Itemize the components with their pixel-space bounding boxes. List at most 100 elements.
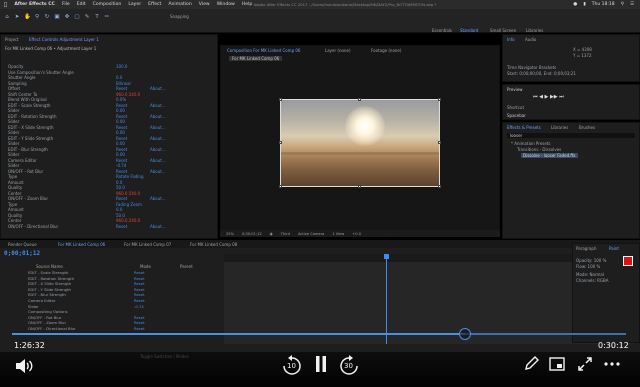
type-tool-icon[interactable]: T	[94, 14, 100, 20]
timeline-layer-name[interactable]: Compositing Options	[28, 309, 68, 314]
effect-row-value[interactable]: Reset	[116, 196, 127, 201]
tab-project[interactable]: Project	[5, 37, 19, 42]
workspace-libraries[interactable]: Libraries	[526, 28, 543, 33]
tab-composition[interactable]: Composition For MK Linked Comp 06	[227, 48, 300, 53]
hand-tool-icon[interactable]: ✋	[24, 14, 31, 20]
timeline-layer-value[interactable]: Reset	[134, 281, 145, 286]
selection-tool-icon[interactable]: ➤	[14, 14, 20, 20]
playhead-handle[interactable]	[384, 254, 389, 259]
about-link[interactable]: About...	[150, 136, 166, 141]
effect-row-value[interactable]: Reset	[116, 147, 127, 152]
timeline-layer-name[interactable]: ON/OFF - Directional Blur	[28, 326, 76, 331]
timeline-layer-name[interactable]: Camera Editor	[28, 298, 55, 303]
tree-animation-presets[interactable]: * Animation Presets	[511, 141, 551, 146]
pen-tool-icon[interactable]: ✎	[84, 14, 90, 20]
paint-flow[interactable]: Flow: 100 %	[576, 264, 600, 269]
camera-snapshot-icon[interactable]: ◉	[270, 232, 273, 236]
effect-row-value[interactable]: 0.00	[116, 152, 125, 157]
tab-effects-presets[interactable]: Effects & Presets	[507, 125, 541, 130]
tab-libraries[interactable]: Libraries	[551, 125, 568, 130]
tab-render-queue[interactable]: Render Queue	[8, 242, 37, 247]
timeline-layer-name[interactable]: EDIT - Scale Strength	[28, 270, 68, 275]
tab-effect-controls[interactable]: Effect Controls Adjustment Layer 1	[29, 37, 99, 42]
menu-effect[interactable]: Effect	[148, 2, 161, 7]
app-menu[interactable]: After Effects CC	[14, 2, 55, 7]
timeline-layer-value[interactable]: Reset	[134, 315, 145, 320]
pan-tool-icon[interactable]: ✥	[64, 14, 70, 20]
paint-mode[interactable]: Mode: Normal	[576, 272, 604, 277]
tree-dissolve-preset[interactable]: Dissolve - looser Faded.ffx	[521, 153, 578, 158]
menu-layer[interactable]: Layer	[128, 2, 141, 7]
about-link[interactable]: About...	[150, 158, 166, 163]
foreground-color-swatch[interactable]	[623, 256, 633, 266]
effect-row-value[interactable]: -0.74	[116, 163, 126, 168]
pause-icon[interactable]	[316, 356, 326, 372]
tree-transitions-dissolves[interactable]: Transitions - Dissolves	[517, 147, 561, 152]
effect-row-value[interactable]: 50.0	[116, 213, 125, 218]
effect-row-value[interactable]: 100.0	[116, 64, 127, 69]
transform-handle[interactable]	[279, 141, 282, 144]
transform-handle[interactable]	[358, 185, 361, 188]
menu-view[interactable]: View	[199, 2, 210, 7]
tab-info[interactable]: Info	[507, 37, 515, 42]
timeline-layer-value[interactable]: Reset	[134, 292, 145, 297]
tab-paint[interactable]: Paint	[609, 246, 619, 251]
effect-row-value[interactable]: 0.00	[116, 130, 125, 135]
tab-audio[interactable]: Audio	[525, 37, 536, 42]
effect-row-value[interactable]: 960.0,540.0	[116, 218, 140, 223]
camera-tool-icon[interactable]: ▣	[54, 14, 60, 20]
workspace-essentials[interactable]: Essentials	[432, 28, 452, 33]
rotate-tool-icon[interactable]: ↻	[44, 14, 50, 20]
effect-row-value[interactable]: 0.0	[116, 207, 122, 212]
effect-row-value[interactable]: 960.0,540.0	[116, 92, 140, 97]
effect-row-value[interactable]: 0.0	[116, 180, 122, 185]
effect-row-label[interactable]: ON/OFF - Directional Blur	[8, 224, 58, 229]
workspace-standard[interactable]: Standard	[460, 28, 478, 33]
effect-row-value[interactable]: Reset	[116, 136, 127, 141]
timeline-layer-name[interactable]: EDIT - Y Slide Strength	[28, 287, 71, 292]
timeline-layer-name[interactable]: EDIT - Rotation Strength	[28, 276, 74, 281]
timeline-layer-name[interactable]: ON/OFF - Zoom Blur	[28, 320, 66, 325]
effect-row-value[interactable]: 50.0	[116, 185, 125, 190]
home-icon[interactable]: ⌂	[4, 14, 10, 20]
timeline-layer-name[interactable]: ON/OFF - Rot Blur	[28, 315, 61, 320]
about-link[interactable]: About...	[150, 224, 166, 229]
tab-layer[interactable]: Layer (none)	[325, 48, 351, 53]
timeline-layer-name[interactable]: EDIT - Blur Strength	[28, 292, 66, 297]
picture-in-picture-icon[interactable]	[549, 357, 565, 371]
about-link[interactable]: About...	[150, 103, 166, 108]
timeline-layer-value[interactable]: Reset	[134, 320, 145, 325]
zoom-select[interactable]: 25%	[226, 232, 234, 236]
timeline-layer-value[interactable]: -0.74	[134, 304, 144, 309]
volume-icon[interactable]	[14, 358, 34, 374]
menu-edit[interactable]: Edit	[77, 2, 86, 7]
transform-handle[interactable]	[279, 185, 282, 188]
about-link[interactable]: About...	[150, 147, 166, 152]
tab-brushes[interactable]: Brushes	[579, 125, 595, 130]
timeline-timecode[interactable]: 0;00;01;12	[4, 250, 40, 257]
menu-file[interactable]: File	[62, 2, 70, 7]
playhead[interactable]	[386, 254, 387, 344]
viewer-timecode[interactable]: 0;00;01;12	[242, 232, 262, 236]
effects-search-input[interactable]: looser	[507, 133, 635, 138]
effect-row-value[interactable]: 0.00	[116, 141, 125, 146]
effect-row-value[interactable]: Reset	[116, 103, 127, 108]
zoom-tool-icon[interactable]: ⚲	[34, 14, 40, 20]
effect-row-value[interactable]: Fading Zoom	[116, 202, 142, 207]
about-link[interactable]: About...	[150, 86, 166, 91]
about-link[interactable]: About...	[150, 169, 166, 174]
apple-icon[interactable]: 	[4, 2, 7, 8]
tab-comp-06[interactable]: For MK Linked Comp 06	[58, 242, 105, 247]
effect-row-value[interactable]: Rotate Fading	[116, 174, 143, 179]
menu-list-icon[interactable]: ☰	[630, 2, 634, 7]
effect-row-value[interactable]: 0.0	[116, 75, 122, 80]
transform-handle[interactable]	[438, 185, 441, 188]
menu-animation[interactable]: Animation	[168, 2, 191, 7]
effect-row-value[interactable]: Bilinear	[116, 81, 131, 86]
transform-handle[interactable]	[279, 98, 282, 101]
battery-icon[interactable]: ▮	[583, 2, 585, 7]
timeline-layer-name[interactable]: EDIT - X Slide Strength	[28, 281, 71, 286]
views-select[interactable]: 1 View	[332, 232, 344, 236]
about-link[interactable]: About...	[150, 125, 166, 130]
brush-tool-icon[interactable]: ✏	[104, 14, 110, 20]
